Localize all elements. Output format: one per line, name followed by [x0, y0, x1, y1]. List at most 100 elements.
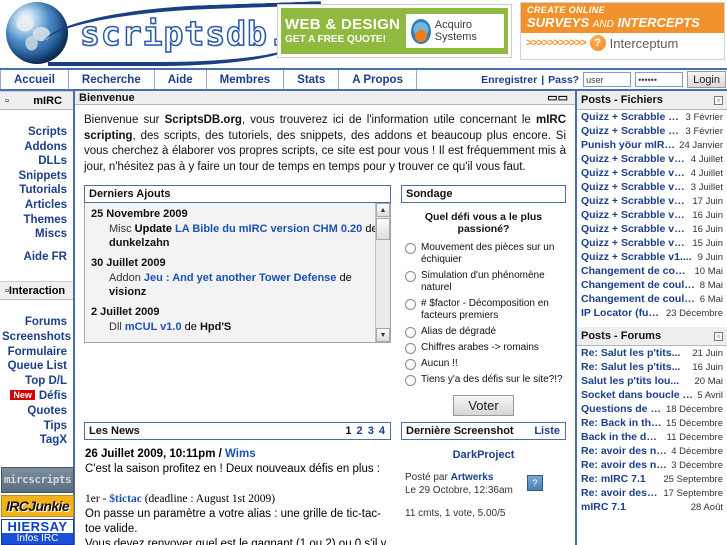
list-item[interactable]: IP Locator (function...23 Décembre [577, 306, 727, 320]
list-item[interactable]: Quizz + Scrabble v1.... 9 Juin [577, 250, 727, 264]
entry-author[interactable]: dunkelzahn [109, 237, 170, 249]
forum-post-title[interactable]: Re: Back in the days... [581, 417, 662, 429]
news-author[interactable]: Wims [225, 448, 256, 460]
list-item[interactable]: Quizz + Scrabble v1.... 3 Juillet [577, 180, 727, 194]
scroll-down-icon[interactable]: ▼ [376, 328, 390, 342]
list-item[interactable]: Quizz + Scrabble v1.... 15 Juin [577, 236, 727, 250]
list-item[interactable]: Punish yöur mIRC! 24 Janvier [577, 138, 727, 152]
poll-option[interactable]: Alias de dégradé [405, 326, 564, 338]
poll-option[interactable]: Aucun !! [405, 358, 564, 370]
list-item[interactable]: Quizz + Scrabble v1.... 4 Juillet [577, 152, 727, 166]
sidebar-item-top-dl[interactable]: Top D/L [0, 374, 73, 389]
forum-post-title[interactable]: Re: avoir des nouvel... [581, 445, 667, 457]
password-input[interactable] [635, 72, 684, 87]
screenshot-name[interactable]: DarkProject [405, 449, 562, 461]
poll-option[interactable]: # $factor - Décomposition en facteurs pr… [405, 298, 564, 322]
list-item[interactable]: mIRC 7.1 28 Août [577, 500, 727, 514]
radio-icon[interactable] [405, 299, 416, 310]
nav-item-stats[interactable]: Stats [284, 70, 340, 89]
sidebar-item-defis[interactable]: New Défis [0, 388, 73, 404]
list-item[interactable]: Quizz + Scrabble v1.... 3 Février [577, 110, 727, 124]
sidebar-section-interaction-header[interactable]: ▫ Interaction [0, 281, 73, 301]
sidebar-item-aide-fr[interactable]: Aide FR [0, 250, 73, 265]
nav-item-recherche[interactable]: Recherche [69, 70, 155, 89]
list-item[interactable]: Socket dans boucle w... 5 Avril [577, 388, 727, 402]
post-title[interactable]: Quizz + Scrabble v1.... [581, 237, 688, 249]
banner-hiersay[interactable]: HIERSAY Infos IRC [1, 518, 74, 545]
derniers-ajouts-scrollarea[interactable]: 25 Novembre 2009 Misc Update LA Bible du… [84, 203, 391, 343]
post-title[interactable]: Quizz + Scrabble v1.... [581, 251, 692, 263]
list-item[interactable]: Quizz + Scrabble v1.... 3 Février [577, 124, 727, 138]
list-item[interactable]: Questions de couleur...18 Décembre [577, 402, 727, 416]
collapse-icon[interactable]: ▫ [714, 331, 723, 341]
list-item[interactable]: Quizz + Scrabble v1.... 4 Juillet [577, 166, 727, 180]
radio-icon[interactable] [405, 375, 416, 386]
forum-post-title[interactable]: mIRC 7.1 [581, 501, 626, 513]
news-tictac-tag[interactable]: $tictac [109, 493, 142, 505]
forum-post-title[interactable]: Re: avoir des nouvel... [581, 459, 667, 471]
sidebar-item-quotes[interactable]: Quotes [0, 404, 73, 419]
forum-post-title[interactable]: Salut les p'tits lou... [581, 375, 679, 387]
post-title[interactable]: Changement de couleu... [581, 279, 696, 291]
scrollbar-thumb[interactable] [376, 218, 390, 240]
news-page-1[interactable]: 1 [344, 425, 352, 437]
sidebar-item-tutorials[interactable]: Tutorials [0, 183, 73, 198]
list-item[interactable]: Changement de couleu... 10 Mai [577, 264, 727, 278]
nav-item-accueil[interactable]: Accueil [0, 70, 69, 89]
sidebar-item-tagx[interactable]: TagX [0, 433, 73, 448]
radio-icon[interactable] [405, 327, 416, 338]
sidebar-section-mirc-header[interactable]: ▫ mIRC [0, 91, 73, 110]
post-title[interactable]: Quizz + Scrabble v1.... [581, 181, 687, 193]
post-title[interactable]: Quizz + Scrabble v1.... [581, 153, 687, 165]
login-button[interactable]: Login [687, 71, 726, 88]
screenshot-author[interactable]: Artwerks [451, 472, 494, 483]
poll-option[interactable]: Chiffres arabes -> romains [405, 342, 564, 354]
scroll-up-icon[interactable]: ▲ [376, 203, 390, 217]
post-title[interactable]: Quizz + Scrabble v1.... [581, 111, 682, 123]
radio-icon[interactable] [405, 271, 416, 282]
password-recovery-link[interactable]: Pass? [548, 74, 579, 86]
post-title[interactable]: Quizz + Scrabble v1.... [581, 195, 688, 207]
collapse-icon[interactable]: ▫ [714, 95, 723, 105]
post-title[interactable]: Punish yöur mIRC! [581, 139, 675, 151]
vertical-scrollbar[interactable]: ▲ ▼ [375, 203, 390, 342]
sidebar-item-tips[interactable]: Tips [0, 419, 73, 434]
nav-item-membres[interactable]: Membres [207, 70, 285, 89]
vote-button[interactable]: Voter [453, 395, 514, 416]
panel-collapse-icons[interactable]: ▭▭ [547, 91, 571, 104]
poll-option[interactable]: Tiens y'a des défis sur le site?!? [405, 374, 564, 386]
list-item[interactable]: Quizz + Scrabble v1.... 16 Juin [577, 222, 727, 236]
poll-option[interactable]: Simulation d'un phénomène naturel [405, 270, 564, 294]
forum-post-title[interactable]: Back in the days! [581, 431, 663, 443]
forum-post-title[interactable]: Questions de couleur... [581, 403, 662, 415]
poll-option[interactable]: Mouvement des pièces sur un échiquier [405, 242, 564, 266]
list-item[interactable]: Re: mIRC 7.1 25 Septembre [577, 472, 727, 486]
entry-link[interactable]: LA Bible du mIRC version CHM 0.20 [175, 223, 362, 235]
entry-author[interactable]: Hpd'S [200, 321, 231, 333]
forum-post-title[interactable]: Re: Salut les p'tits... [581, 361, 680, 373]
radio-icon[interactable] [405, 243, 416, 254]
entry-link[interactable]: Jeu : And yet another Tower Defense [144, 272, 337, 284]
banner-mircscripts[interactable]: mircscripts [1, 466, 74, 493]
list-item[interactable]: Salut les p'tits lou... 20 Mai [577, 374, 727, 388]
post-title[interactable]: Quizz + Scrabble v1.... [581, 125, 682, 137]
news-page-2[interactable]: 2 [356, 425, 364, 437]
register-link[interactable]: Enregistrer [481, 74, 537, 86]
post-title[interactable]: Quizz + Scrabble v1.... [581, 223, 688, 235]
post-title[interactable]: Quizz + Scrabble v1.... [581, 209, 688, 221]
forum-post-title[interactable]: Re: avoir des nouvel... [581, 487, 659, 499]
ad-banner-interceptum[interactable]: CREATE ONLINE SURVEYS AND INTERCEPTS >>>… [520, 2, 725, 60]
sidebar-item-themes[interactable]: Themes [0, 213, 73, 228]
ad-banner-acquiro[interactable]: WEB & DESIGN GET A FREE QUOTE! Acquiro S… [277, 4, 512, 58]
list-item[interactable]: Changement de couleu... 6 Mai [577, 292, 727, 306]
sidebar-item-dlls[interactable]: DLLs [0, 154, 73, 169]
forum-post-title[interactable]: Re: Salut les p'tits... [581, 347, 680, 359]
sidebar-item-queue-list[interactable]: Queue List [0, 359, 73, 374]
list-item[interactable]: Re: avoir des nouvel... 4 Décembre [577, 444, 727, 458]
entry-author[interactable]: visionz [109, 286, 146, 298]
list-item[interactable]: Re: Salut les p'tits... 21 Juin [577, 346, 727, 360]
sidebar-item-articles[interactable]: Articles [0, 198, 73, 213]
entry-link[interactable]: mCUL v1.0 [125, 321, 182, 333]
collapse-icon[interactable]: ▫ [5, 95, 9, 107]
username-input[interactable] [583, 72, 632, 87]
